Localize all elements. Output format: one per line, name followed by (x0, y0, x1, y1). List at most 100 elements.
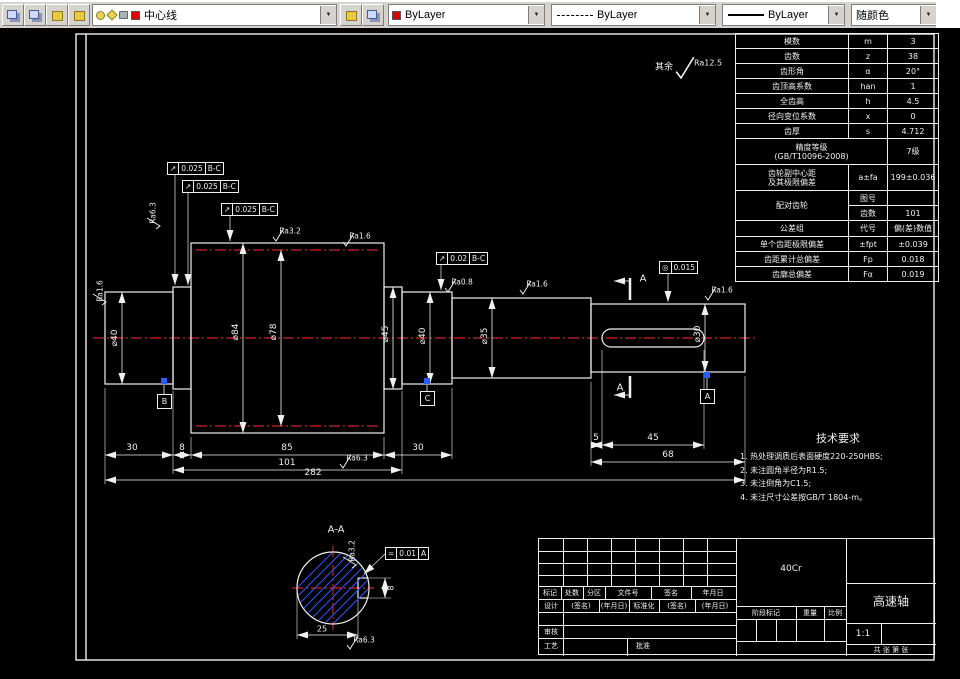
cell-symbol: 代号 (848, 220, 888, 237)
technical-requirements: 技术要求 1. 热处理调质后表面硬度220-250HBS; 2. 未注圆角半径为… (740, 430, 936, 504)
title-block: 标记 处数 分区 文件号 签名 年月日 设计 (签名) (年月日) 标准化 (签… (538, 538, 936, 656)
tolerance-datum: B-C (219, 180, 239, 193)
cell-symbol: ±fpt (848, 236, 888, 252)
tb-weight-label: 重量 (803, 609, 817, 617)
drawing-canvas[interactable]: 30 8 85 101 30 5 45 68 282 ⌀40 ⌀84 ⌀78 ⌀45 ⌀40 ⌀35 ⌀30 R… (0, 28, 960, 679)
tolerance-frame: = 0.01 A (385, 547, 430, 560)
tech-req-item: 4. 未注尺寸公差按GB/T 1804-m。 (740, 492, 868, 502)
cell-symbol: han (848, 78, 888, 94)
tb-date-placeholder: (年月日) (600, 602, 628, 610)
tb-approve-label: 批准 (636, 642, 650, 650)
cell-value: 7级 (887, 138, 939, 165)
tech-req-item: 3. 未注倒角为C1.5; (740, 479, 812, 488)
cell-label: 齿顶高系数 (735, 78, 849, 94)
tb-signature-placeholder: (签名) (667, 602, 687, 610)
cell-label: 精度等级 (GB/T10096-2008) (735, 138, 888, 165)
cell-symbol: a±fa (848, 164, 888, 191)
cell-label: 齿轮副中心距 及其极限偏差 (735, 164, 849, 191)
drawing-title: 高速轴 (872, 594, 910, 609)
cell-label: 齿距累计总偏差 (735, 251, 849, 267)
cell-value: 0.018 (887, 251, 939, 267)
cell-value (887, 190, 939, 206)
tolerance-value: 0.015 (670, 261, 699, 274)
cell-value: 4.712 (887, 123, 939, 139)
gear-parameter-table: 模数 m 3 齿数 z 38 齿形角 α 20° 齿顶高系数 han 1 全齿高 h 4.5 径向变… (735, 33, 939, 282)
tb-process-label: 工艺 (544, 642, 558, 650)
tech-req-title: 技术要求 (816, 432, 860, 445)
tb-mark-label: 标记 (543, 589, 557, 597)
gear-table-row: 齿形角 α 20° (735, 63, 939, 79)
cell-value: 101 (887, 205, 939, 221)
cell-value: 0 (887, 108, 939, 124)
cell-symbol: h (848, 93, 888, 109)
tb-count-label: 处数 (565, 589, 579, 597)
gear-table-row: 径向变位系数 x 0 (735, 108, 939, 124)
tolerance-frame: ↗ 0.025 B-C (182, 180, 239, 193)
tb-stage-mark-label: 阶段标记 (752, 609, 780, 617)
gear-table-row: 单个齿距极限偏差 ±fpt ±0.039 (735, 236, 939, 252)
cell-value: 0.019 (887, 266, 939, 282)
tb-check-label: 审核 (544, 628, 558, 636)
gear-table-row: 齿顶高系数 han 1 (735, 78, 939, 94)
tb-date-placeholder: (年月日) (701, 602, 729, 610)
cell-label: 径向变位系数 (735, 108, 849, 124)
cell-symbol: z (848, 48, 888, 64)
tolerance-datum: B-C (469, 252, 489, 265)
tolerance-datum: B-C (258, 203, 278, 216)
cell-symbol: m (848, 33, 888, 49)
tolerance-frame: ↗ 0.02 B-C (436, 252, 489, 265)
gear-table-row: 齿距累计总偏差 Fp 0.018 (735, 251, 939, 267)
tb-standardization-label: 标准化 (633, 602, 655, 610)
tb-design-label: 设计 (544, 602, 558, 610)
cell-value: 偏(差)数值 (887, 220, 939, 237)
tech-req-item: 1. 热处理调质后表面硬度220-250HBS; (740, 452, 883, 461)
material-label: 40Cr (780, 564, 802, 574)
tolerance-value: 0.025 (193, 180, 221, 193)
gear-table-row: 公差组 代号 偏(差)数值 (735, 220, 939, 237)
cell-label: 单个齿距极限偏差 (735, 236, 849, 252)
cell-symbol: 图号 (848, 190, 888, 206)
gear-table-row: 配对齿轮 图号 (735, 190, 939, 221)
cell-value: 1 (887, 78, 939, 94)
cell-symbol: x (848, 108, 888, 124)
cell-label: 齿廓总偏差 (735, 266, 849, 282)
cell-label: 齿厚 (735, 123, 849, 139)
gear-table-row: 齿廓总偏差 Fα 0.019 (735, 266, 939, 282)
tolerance-datum: B-C (204, 162, 224, 175)
gear-table-row: 模数 m 3 (735, 33, 939, 49)
datum-b: B (157, 394, 172, 409)
tolerance-frame: ↗ 0.025 B-C (221, 203, 278, 216)
scale-value: 1:1 (855, 629, 871, 639)
datum-a: A (700, 389, 715, 404)
tech-req-item: 2. 未注圆角半径为R1.5; (740, 465, 828, 475)
cell-label: 公差组 (735, 220, 849, 237)
cell-symbol: Fα (848, 266, 888, 282)
tb-docno-label: 文件号 (617, 589, 639, 597)
tb-date-label: 年月日 (702, 589, 724, 597)
cell-value: 20° (887, 63, 939, 79)
cell-label: 齿形角 (735, 63, 849, 79)
tolerance-value: 0.02 (447, 252, 470, 265)
gear-table-row: 齿厚 s 4.712 (735, 123, 939, 139)
cell-label: 齿数 (735, 48, 849, 64)
gear-table-row: 齿轮副中心距 及其极限偏差 a±fa 199±0.036 (735, 164, 939, 191)
gear-table-row: 精度等级 (GB/T10096-2008) 7级 (735, 138, 939, 165)
cell-value: 199±0.036 (887, 164, 939, 191)
cell-value: 38 (887, 48, 939, 64)
tb-scale-label: 比例 (828, 609, 842, 617)
sheet-count-label: 共 张 第 张 (873, 646, 909, 654)
tolerance-value: 0.01 (396, 547, 419, 560)
tb-signature-placeholder: (签名) (571, 602, 591, 610)
cell-value: ±0.039 (887, 236, 939, 252)
tolerance-datum: A (418, 547, 430, 560)
datum-c: C (420, 391, 435, 406)
gear-table-row: 全齿高 h 4.5 (735, 93, 939, 109)
cell-label: 模数 (735, 33, 849, 49)
cell-value: 4.5 (887, 93, 939, 109)
cell-symbol: α (848, 63, 888, 79)
tolerance-value: 0.025 (232, 203, 260, 216)
tolerance-value: 0.025 (178, 162, 206, 175)
cell-symbol: s (848, 123, 888, 139)
cell-label: 全齿高 (735, 93, 849, 109)
tolerance-frame: ↗ 0.025 B-C (167, 162, 224, 175)
